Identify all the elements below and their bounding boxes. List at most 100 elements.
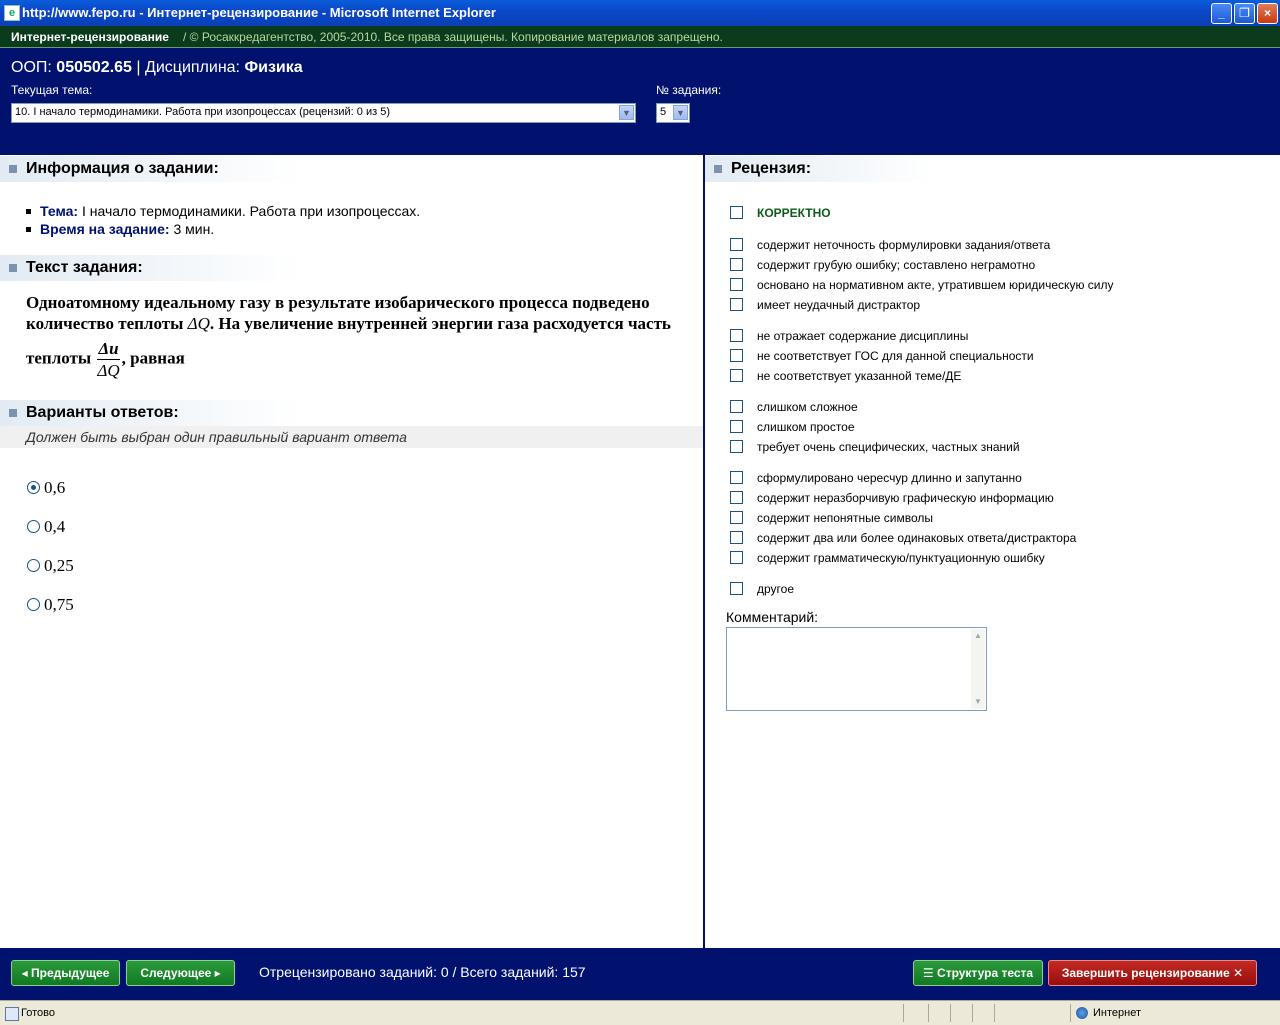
checkbox[interactable] <box>730 349 743 362</box>
review-item-label: содержит неразборчивую графическую инфор… <box>757 491 1054 505</box>
brand-title: Интернет-рецензирование <box>11 30 169 44</box>
status-text: Готово <box>21 1007 55 1019</box>
info-heading: Информация о задании: <box>26 160 219 177</box>
task-line-2: количество теплоты ΔQ. На увеличение вну… <box>26 313 696 334</box>
status-divider <box>903 1004 904 1022</box>
radio-button[interactable] <box>27 598 40 611</box>
task-line-3a: теплоты <box>26 348 92 368</box>
task-number-select[interactable]: 5 ▼ <box>656 103 690 123</box>
task-panel: Информация о задании: Тема: I начало тер… <box>0 155 703 948</box>
info-list: Тема: I начало термодинамики. Работа при… <box>26 202 420 238</box>
checkbox[interactable] <box>730 440 743 453</box>
answers-section-header: Варианты ответов: <box>0 400 300 426</box>
checkbox[interactable] <box>730 278 743 291</box>
close-x-icon: ✕ <box>1233 966 1244 980</box>
status-divider <box>1070 1004 1071 1022</box>
bullet-square-icon <box>714 165 722 173</box>
maximize-button[interactable]: ❐ <box>1234 3 1255 24</box>
window-titlebar: e http://www.fepo.ru - Интернет-рецензир… <box>0 0 1280 26</box>
finish-review-button[interactable]: Завершить рецензирование ✕ <box>1048 960 1257 986</box>
task-section-header: Текст задания: <box>0 255 300 281</box>
header-panel: ООП: 050502.65 | Дисциплина: Физика Теку… <box>0 48 1280 155</box>
review-item-label: слишком простое <box>757 420 855 434</box>
radio-button[interactable] <box>27 520 40 533</box>
review-item-label: содержит непонятные символы <box>757 511 934 525</box>
comment-label: Комментарий: <box>726 609 819 625</box>
chevron-down-icon[interactable]: ▼ <box>673 105 688 120</box>
checkbox[interactable] <box>730 582 743 595</box>
minimize-button[interactable]: _ <box>1211 3 1232 24</box>
delta-q-symbol: ΔQ <box>187 314 210 333</box>
review-item-label: слишком сложное <box>757 400 858 414</box>
info-topic-row: Тема: I начало термодинамики. Работа при… <box>26 202 420 220</box>
answer-text: 0,25 <box>44 556 74 575</box>
review-item-label: содержит два или более одинаковых ответа… <box>757 531 1077 545</box>
answers-hint-text: Должен быть выбран один правильный вариа… <box>26 429 407 445</box>
bullet-square-icon <box>9 409 17 417</box>
checkbox[interactable] <box>730 551 743 564</box>
task-line-2b: . На увеличение внутренней энергии газа … <box>209 314 671 333</box>
review-item-label: содержит грубую ошибку; составлено негра… <box>757 258 1036 272</box>
answer-text: 0,75 <box>44 595 74 614</box>
radio-button[interactable] <box>27 559 40 572</box>
chevron-down-icon[interactable]: ▼ <box>619 105 634 120</box>
brand-strip: Интернет-рецензирование / © Росаккредаге… <box>0 26 1280 48</box>
review-item-label: содержит неточность формулировки задания… <box>757 238 1051 252</box>
close-button[interactable]: × <box>1257 3 1278 24</box>
arrow-right-icon: ▸ <box>214 966 221 980</box>
info-section-header: Информация о задании: <box>0 156 300 182</box>
footer-bar: ◂ Предыдущее Следующее ▸ Отрецензировано… <box>0 948 1280 1000</box>
review-section-header: Рецензия: <box>705 156 935 182</box>
task-line-3b: , равная <box>121 348 185 368</box>
review-correct-label: КОРРЕКТНО <box>757 206 831 220</box>
task-line-1: Одноатомному идеальному газу в результат… <box>26 293 650 312</box>
checkbox[interactable] <box>730 491 743 504</box>
fraction: Δu ΔQ <box>97 338 120 381</box>
page-icon <box>5 1007 19 1021</box>
info-time-key: Время на задание: <box>40 221 170 237</box>
copyright-text: / © Росаккредагентство, 2005-2010. Все п… <box>183 30 723 44</box>
oop-value: 050502.65 <box>56 59 132 76</box>
checkbox[interactable] <box>730 531 743 544</box>
fraction-denominator: ΔQ <box>97 361 120 380</box>
checkbox[interactable] <box>730 369 743 382</box>
checkbox[interactable] <box>730 511 743 524</box>
checkbox[interactable] <box>730 238 743 251</box>
task-number-value: 5 <box>660 106 667 118</box>
review-panel: Рецензия: КОРРЕКТНО содержит неточность … <box>705 155 1280 948</box>
next-button[interactable]: Следующее ▸ <box>126 960 235 986</box>
oop-label: ООП: <box>11 59 52 76</box>
task-number-label: № задания: <box>656 83 722 97</box>
radio-button[interactable] <box>27 481 40 494</box>
status-divider <box>928 1004 929 1022</box>
test-structure-button[interactable]: ☰ Структура теста <box>913 960 1043 986</box>
checkbox[interactable] <box>730 400 743 413</box>
topic-select[interactable]: 10. I начало термодинамики. Работа при и… <box>11 103 636 123</box>
checkbox[interactable] <box>730 471 743 484</box>
scroll-up-icon[interactable]: ▲ <box>971 629 985 643</box>
review-item-label: не отражает содержание дисциплины <box>757 329 969 343</box>
review-item-label: другое <box>757 582 795 596</box>
checkbox[interactable] <box>730 206 743 219</box>
previous-button[interactable]: ◂ Предыдущее <box>11 960 120 986</box>
task-line-3: теплоты Δu ΔQ , равная <box>26 338 696 381</box>
comment-scrollbar[interactable]: ▲ ▼ <box>971 629 985 709</box>
status-bar: Готово Интернет <box>0 1000 1280 1025</box>
comment-textarea[interactable]: ▲ ▼ <box>726 627 987 711</box>
zone-text: Интернет <box>1093 1007 1141 1019</box>
checkbox[interactable] <box>730 420 743 433</box>
checkbox[interactable] <box>730 329 743 342</box>
scroll-down-icon[interactable]: ▼ <box>971 695 985 709</box>
oop-line: ООП: 050502.65 | Дисциплина: Физика <box>11 59 303 77</box>
info-time-row: Время на задание: 3 мин. <box>26 220 420 238</box>
checkbox[interactable] <box>730 298 743 311</box>
bullet-square-icon <box>9 264 17 272</box>
review-item-label: не соответствует указанной теме/ДЕ <box>757 369 962 383</box>
review-item-label: содержит грамматическую/пунктуационную о… <box>757 551 1045 565</box>
task-text: Одноатомному идеальному газу в результат… <box>26 292 696 381</box>
checkbox[interactable] <box>730 258 743 271</box>
arrow-left-icon: ◂ <box>21 966 28 980</box>
fraction-numerator: Δu <box>97 339 120 360</box>
status-divider <box>950 1004 951 1022</box>
task-line-2a: количество теплоты <box>26 314 184 333</box>
